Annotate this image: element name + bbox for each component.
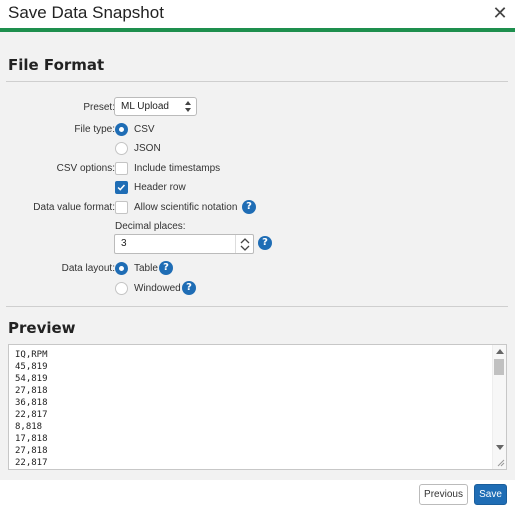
divider bbox=[6, 81, 508, 82]
preset-select[interactable]: ML Upload bbox=[114, 97, 197, 116]
help-icon[interactable]: ? bbox=[159, 261, 173, 275]
layout-windowed-radio[interactable] bbox=[115, 282, 128, 295]
preview-line: 22,817 bbox=[15, 410, 48, 420]
layout-table-label: Table bbox=[134, 263, 158, 274]
data-layout-label: Data layout: bbox=[61, 263, 115, 274]
csv-options-label: CSV options: bbox=[56, 163, 115, 174]
preview-line: 22,817 bbox=[15, 458, 48, 468]
vertical-scrollbar[interactable] bbox=[492, 345, 506, 469]
decimal-places-label: Decimal places: bbox=[115, 221, 186, 232]
scroll-up-icon[interactable] bbox=[496, 348, 504, 354]
close-icon[interactable]: ✕ bbox=[489, 1, 511, 25]
file-type-csv-radio[interactable] bbox=[115, 123, 128, 136]
file-type-label: File type: bbox=[74, 124, 115, 135]
file-type-csv-label: CSV bbox=[134, 124, 155, 135]
scientific-notation-checkbox[interactable] bbox=[115, 201, 128, 214]
header-row-label: Header row bbox=[134, 182, 186, 193]
preview-line: 27,818 bbox=[15, 386, 48, 396]
select-arrows-icon bbox=[185, 101, 191, 112]
checkmark-icon bbox=[117, 184, 126, 191]
help-icon[interactable]: ? bbox=[258, 236, 272, 250]
scroll-down-icon[interactable] bbox=[496, 445, 504, 451]
scrollbar-thumb[interactable] bbox=[494, 359, 504, 375]
dialog-body: File Format Preset: ML Upload File type:… bbox=[0, 32, 515, 480]
file-type-json-label: JSON bbox=[134, 143, 161, 154]
resize-grip-icon[interactable] bbox=[495, 457, 505, 467]
preset-label: Preset: bbox=[83, 102, 115, 113]
file-format-heading: File Format bbox=[8, 56, 105, 74]
decimal-places-stepper[interactable]: 3 bbox=[114, 234, 254, 254]
preset-value: ML Upload bbox=[121, 101, 169, 112]
include-timestamps-label: Include timestamps bbox=[134, 163, 221, 174]
scientific-notation-label: Allow scientific notation bbox=[134, 202, 238, 213]
save-button[interactable]: Save bbox=[474, 484, 507, 505]
preview-line: 17,818 bbox=[15, 434, 48, 444]
include-timestamps-checkbox[interactable] bbox=[115, 162, 128, 175]
divider bbox=[6, 306, 508, 307]
decimal-places-value: 3 bbox=[121, 238, 127, 249]
preview-line: 8,818 bbox=[15, 422, 43, 432]
preview-heading: Preview bbox=[8, 319, 76, 337]
help-icon[interactable]: ? bbox=[182, 281, 196, 295]
previous-button[interactable]: Previous bbox=[419, 484, 468, 505]
file-type-json-radio[interactable] bbox=[115, 142, 128, 155]
chevron-up-icon[interactable] bbox=[240, 237, 250, 244]
chevron-down-icon[interactable] bbox=[240, 245, 250, 252]
data-value-format-label: Data value format: bbox=[33, 202, 115, 213]
dialog-title: Save Data Snapshot bbox=[8, 3, 164, 22]
preview-line: 54,819 bbox=[15, 374, 48, 384]
header-row-checkbox[interactable] bbox=[115, 181, 128, 194]
preview-line: IQ,RPM bbox=[15, 350, 48, 360]
dialog-footer: Previous Save bbox=[0, 480, 515, 512]
preview-textarea[interactable]: IQ,RPM 45,819 54,819 27,818 36,818 22,817 8,81… bbox=[8, 344, 507, 470]
preview-line: 45,819 bbox=[15, 362, 48, 372]
help-icon[interactable]: ? bbox=[242, 200, 256, 214]
dialog-titlebar: Save Data Snapshot ✕ bbox=[0, 0, 515, 28]
layout-table-radio[interactable] bbox=[115, 262, 128, 275]
layout-windowed-label: Windowed bbox=[134, 283, 181, 294]
preview-line: 36,818 bbox=[15, 398, 48, 408]
preview-line: 27,818 bbox=[15, 446, 48, 456]
stepper-buttons bbox=[235, 235, 253, 253]
preview-text: IQ,RPM 45,819 54,819 27,818 36,818 22,817 8,81… bbox=[15, 349, 48, 469]
